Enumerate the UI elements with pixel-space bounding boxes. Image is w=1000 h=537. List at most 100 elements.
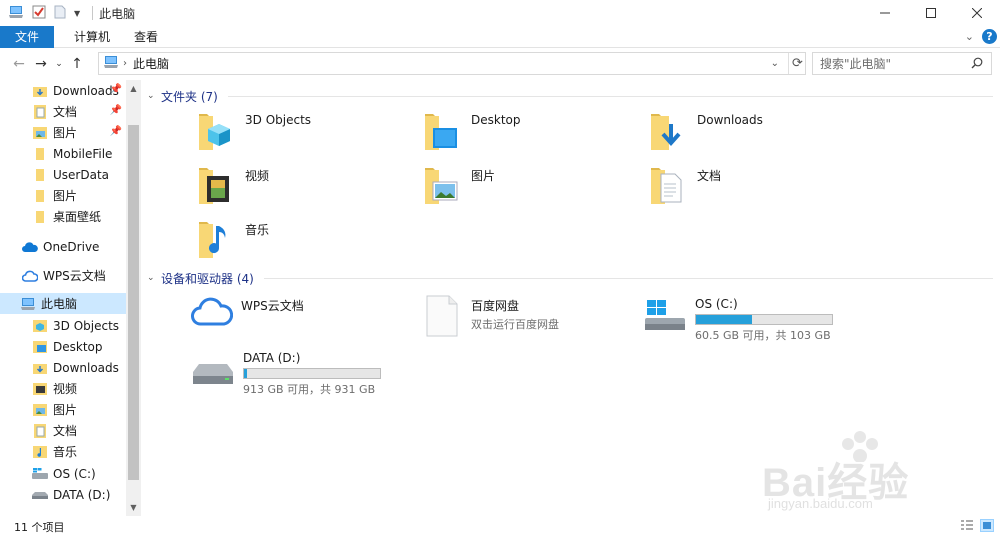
pictures-folder-icon	[32, 126, 48, 140]
collapse-chevron-icon[interactable]: ⌄	[147, 91, 161, 101]
item-count: 11 个项目	[14, 520, 65, 534]
c-drive-usage-fill	[696, 315, 752, 324]
folder-icon	[32, 168, 48, 182]
watermark-url: jingyan.baidu.com	[768, 496, 873, 511]
forward-button[interactable]: →	[30, 56, 52, 72]
sidebar-item-label: Desktop	[53, 339, 103, 354]
device-sublabel: 双击运行百度网盘	[471, 318, 559, 331]
breadcrumb[interactable]: 此电脑	[133, 55, 169, 72]
sidebar-item-onedrive[interactable]: OneDrive	[0, 236, 126, 257]
close-button[interactable]	[954, 0, 1000, 26]
folder-tile-pictures[interactable]: 图片	[423, 164, 495, 208]
sidebar-item-userdata[interactable]: UserData	[0, 164, 126, 185]
sidebar-item-label: 图片	[53, 126, 78, 140]
folder-tile-documents[interactable]: 文档	[649, 164, 721, 208]
drive-icon	[32, 488, 48, 502]
large-icons-view-icon[interactable]	[980, 519, 994, 532]
folder-label: 图片	[471, 169, 496, 183]
sidebar-item-label: 图片	[53, 189, 78, 203]
tab-computer[interactable]: 计算机	[62, 26, 122, 48]
tab-view[interactable]: 查看	[122, 26, 170, 48]
breadcrumb-separator-icon[interactable]: ›	[123, 58, 127, 69]
onedrive-cloud-icon	[22, 240, 38, 254]
device-tile-baidu-netdisk[interactable]: 百度网盘 双击运行百度网盘	[423, 294, 559, 338]
sidebar-item-label: DATA (D:)	[53, 487, 111, 502]
drive-icon	[191, 348, 235, 392]
sidebar-item-documents[interactable]: 文档 📌	[0, 101, 126, 122]
scroll-down-icon[interactable]: ▼	[126, 503, 141, 512]
folder-tile-videos[interactable]: 视频	[197, 164, 269, 208]
group-divider	[263, 277, 993, 279]
folder-tile-downloads[interactable]: Downloads	[649, 110, 763, 154]
sidebar-item-downloads[interactable]: Downloads 📌	[0, 80, 126, 101]
sidebar-item-music[interactable]: 音乐	[0, 441, 126, 462]
documents-folder-icon	[32, 423, 48, 438]
desktop-folder-icon	[423, 110, 463, 154]
sidebar-item-wps-cloud[interactable]: WPS云文档	[0, 265, 126, 286]
group-title: 文件夹 (7)	[161, 89, 218, 104]
scroll-up-icon[interactable]: ▲	[126, 84, 141, 93]
sidebar-item-documents-2[interactable]: 文档	[0, 420, 126, 441]
refresh-button[interactable]: ⟳	[788, 53, 806, 74]
sidebar-item-pictures-2[interactable]: 图片	[0, 185, 126, 206]
details-view-icon[interactable]	[960, 519, 974, 532]
folder-label: Downloads	[697, 113, 763, 127]
folder-tile-3d-objects[interactable]: 3D Objects	[197, 110, 311, 154]
scrollbar-thumb[interactable]	[128, 125, 139, 480]
tab-file[interactable]: 文件	[0, 25, 55, 48]
folders-group-header[interactable]: ⌄ 文件夹 (7)	[147, 87, 993, 105]
sidebar-item-wallpapers[interactable]: 桌面壁纸	[0, 206, 126, 227]
search-input[interactable]: 搜索"此电脑"	[812, 52, 992, 75]
title-bar: ▼ 此电脑	[0, 0, 1000, 26]
address-bar[interactable]: › 此电脑 ⌄	[98, 52, 806, 75]
ribbon-right-controls: ⌄ ?	[965, 29, 997, 44]
expand-ribbon-chevron-icon[interactable]: ⌄	[965, 30, 974, 43]
sidebar-item-label: 桌面壁纸	[53, 210, 102, 224]
sidebar-item-label: 音乐	[53, 445, 78, 459]
downloads-folder-icon	[649, 110, 689, 154]
sidebar-item-label: MobileFile	[53, 146, 113, 161]
device-sublabel: 913 GB 可用，共 931 GB	[243, 383, 376, 396]
search-icon[interactable]	[971, 57, 983, 72]
address-history-chevron-icon[interactable]: ⌄	[771, 58, 779, 69]
customize-toolbar-chevron-icon[interactable]: ▼	[74, 9, 80, 18]
quick-access-toolbar: ▼	[0, 5, 97, 22]
pin-icon[interactable]: 📌	[110, 105, 122, 116]
sidebar-item-this-pc[interactable]: 此电脑	[0, 293, 126, 314]
pin-icon[interactable]: 📌	[110, 84, 122, 95]
help-icon[interactable]: ?	[982, 29, 997, 44]
sidebar-item-videos[interactable]: 视频	[0, 378, 126, 399]
sidebar-item-os-c[interactable]: OS (C:)	[0, 463, 126, 484]
recent-locations-chevron-icon[interactable]: ⌄	[52, 59, 66, 69]
this-pc-icon	[8, 5, 24, 22]
sidebar-item-3d-objects[interactable]: 3D Objects	[0, 315, 126, 336]
videos-folder-icon	[197, 164, 237, 208]
collapse-chevron-icon[interactable]: ⌄	[147, 273, 161, 283]
device-tile-data-d[interactable]: DATA (D:) 913 GB 可用，共 931 GB	[191, 348, 381, 397]
pin-icon[interactable]: 📌	[110, 126, 122, 137]
devices-group-header[interactable]: ⌄ 设备和驱动器 (4)	[147, 269, 993, 287]
sidebar-item-downloads-2[interactable]: Downloads	[0, 357, 126, 378]
back-button[interactable]: ←	[8, 56, 30, 72]
new-folder-icon[interactable]	[54, 5, 66, 22]
sidebar-item-mobilefile[interactable]: MobileFile	[0, 143, 126, 164]
device-tile-wps-cloud[interactable]: WPS云文档	[191, 294, 304, 338]
window-title: 此电脑	[99, 6, 136, 21]
device-tile-os-c[interactable]: OS (C:) 60.5 GB 可用，共 103 GB	[643, 294, 833, 343]
folder-tile-desktop[interactable]: Desktop	[423, 110, 521, 154]
sidebar-item-data-d[interactable]: DATA (D:)	[0, 484, 126, 505]
os-drive-icon	[32, 467, 48, 481]
sidebar-item-desktop[interactable]: Desktop	[0, 336, 126, 357]
3d-objects-icon	[197, 110, 237, 154]
folder-tile-music[interactable]: 音乐	[197, 218, 269, 262]
device-label: WPS云文档	[241, 299, 304, 313]
sidebar-item-pictures-3[interactable]: 图片	[0, 399, 126, 420]
sidebar-item-pictures[interactable]: 图片 📌	[0, 122, 126, 143]
nav-pane-scrollbar[interactable]: ▲ ▼	[126, 80, 141, 516]
maximize-button[interactable]	[908, 0, 954, 26]
minimize-button[interactable]	[862, 0, 908, 26]
device-label: 百度网盘	[471, 299, 520, 313]
up-button[interactable]: ↑	[66, 56, 88, 72]
folder-label: 3D Objects	[245, 113, 312, 127]
properties-icon[interactable]	[32, 5, 46, 22]
